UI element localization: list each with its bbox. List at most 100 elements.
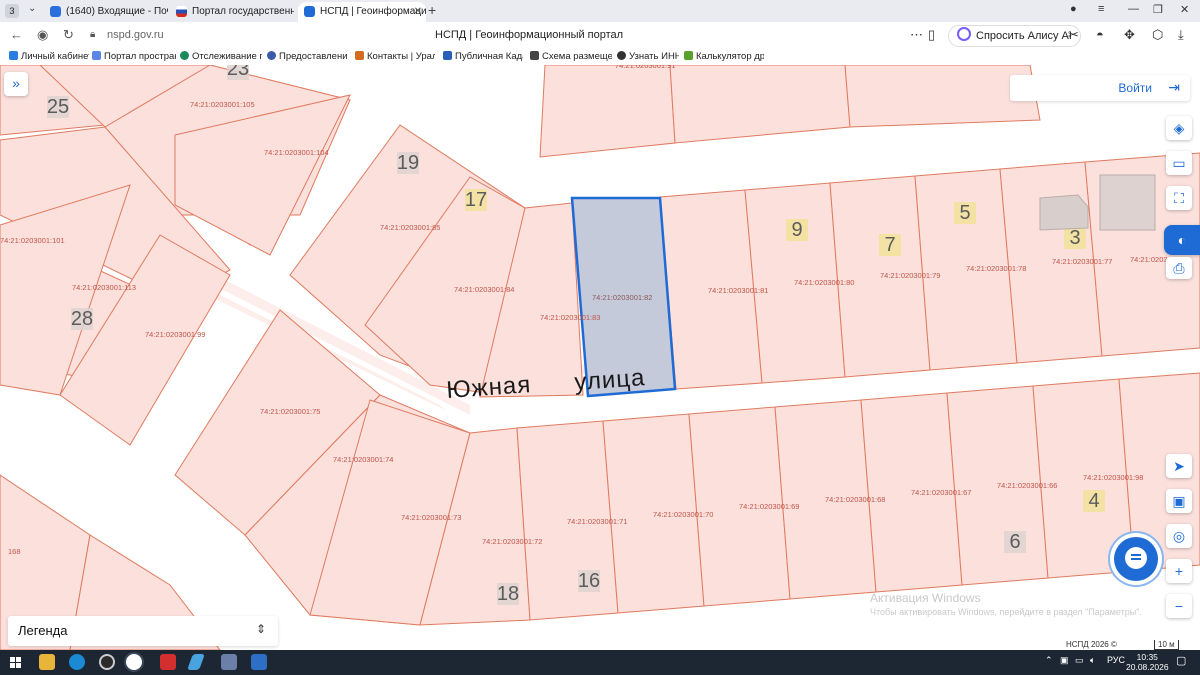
notifications-icon[interactable]: ▢ [1176, 654, 1186, 667]
geolocation-button[interactable]: ➤ [1166, 454, 1192, 478]
file-explorer-icon[interactable] [39, 654, 55, 670]
cadastral-map[interactable]: 74:21:0203001:91 74:21:0203001:105 74:21:0… [0, 65, 1200, 650]
parcel-label: 74:21:0203001:72 [482, 537, 542, 546]
watermark-title: Активация Windows [870, 591, 981, 605]
close-window-icon[interactable]: ✕ [1180, 3, 1189, 16]
tools-icon[interactable]: ✂ [1068, 27, 1079, 43]
bookmark-label: Портал простран [104, 51, 176, 62]
house-number: 23 [227, 65, 249, 80]
parcel-label: 74:21:0203001:69 [739, 502, 799, 511]
plus-icon: + [1174, 563, 1184, 579]
watermark-text: Чтобы активировать Windows, перейдите в … [870, 607, 1142, 617]
reload-icon[interactable]: ↻ [63, 27, 74, 43]
pen-app-icon[interactable] [187, 654, 205, 670]
ruler-button[interactable]: ▭ [1166, 151, 1192, 175]
selected-parcel-label: 74:21:0203001:82 [592, 293, 652, 302]
bookmark-item[interactable]: Калькулятор дро [684, 51, 764, 62]
login-label: Войти [1118, 81, 1152, 95]
bookmark-item[interactable]: Публичная Кадас [443, 51, 523, 62]
basemap-button[interactable]: ▣ [1166, 489, 1192, 513]
minimize-icon[interactable]: — [1128, 3, 1139, 15]
tab-mail[interactable]: (1640) Входящие - Почта [50, 2, 168, 22]
bookmark-item[interactable]: Схема размещен [530, 51, 612, 62]
expand-panel-button[interactable]: » [4, 72, 28, 96]
zoom-out-button[interactable]: − [1166, 594, 1192, 618]
language-indicator[interactable]: РУС [1107, 655, 1125, 665]
network-icon[interactable]: ▭ [1075, 655, 1084, 666]
bookmark-label: Узнать ИНН [629, 51, 679, 62]
bookmark-label: Схема размещен [542, 51, 612, 62]
bookmarks-bar: Личный кабинет Портал простран Отслежива… [0, 49, 1200, 65]
app-red-icon[interactable] [160, 654, 176, 670]
parcel-label: 74:21:0203001:73 [401, 513, 461, 522]
land-parcel[interactable] [539, 65, 676, 158]
bookmark-icon[interactable]: ▯ [928, 27, 935, 43]
tray-app-icon[interactable]: ▣ [1060, 655, 1069, 666]
download-icon[interactable]: ⤓ [1178, 27, 1184, 43]
house-number: 16 [578, 570, 600, 592]
close-tab-icon[interactable]: ✕ [414, 2, 422, 22]
yandex-shield-icon[interactable]: ◉ [37, 27, 48, 43]
minus-icon: − [1174, 598, 1184, 614]
new-tab-icon[interactable]: + [428, 2, 436, 18]
address-bar: ← ◉ ↻ 🔒︎ nspd.gov.ru НСПД | Геоинформаци… [0, 22, 1200, 50]
map-viewport[interactable]: 74:21:0203001:91 74:21:0203001:105 74:21:0… [0, 65, 1200, 650]
restore-icon[interactable]: ❐ [1153, 3, 1163, 16]
bookmark-item[interactable]: Узнать ИНН [617, 51, 679, 62]
profile-icon[interactable]: ● [1070, 3, 1077, 15]
bookmark-item[interactable]: Предоставление [267, 51, 347, 62]
house-number: 4 [1088, 490, 1099, 512]
tray-chevron-icon[interactable]: ⌃ [1045, 655, 1053, 666]
navigation-arrow-icon: ➤ [1173, 458, 1185, 474]
tab-nspd[interactable]: НСПД | Геоинформаци ✕ [298, 2, 426, 22]
bookmark-label: Предоставление [279, 51, 347, 62]
bookmark-item[interactable]: Портал простран [92, 51, 176, 62]
legend-panel[interactable]: Легенда ⇕ [8, 616, 278, 646]
search-location-button[interactable]: ◎ [1166, 524, 1192, 548]
nspd-icon [304, 5, 315, 17]
zoom-in-button[interactable]: + [1166, 559, 1192, 583]
back-icon[interactable]: ← [10, 27, 23, 42]
bookmark-item[interactable]: Личный кабинет [9, 51, 89, 62]
building [1099, 174, 1156, 231]
alice-button[interactable]: Спросить Алису AI [948, 25, 1081, 47]
browser-tab-bar: 3 ⌄ (1640) Входящие - Почта Портал госуд… [0, 0, 1200, 22]
photo-app-icon[interactable] [221, 654, 237, 670]
parcel-label: 74:21:0203001:75 [260, 407, 320, 416]
collections-icon[interactable]: ⬡ [1152, 27, 1163, 43]
windows-taskbar: ⌃ ▣ ▭ 🔈︎ РУС 10:35 20.08.2026 ▢ [0, 650, 1200, 675]
bookmark-item[interactable]: Контакты | Ураль [355, 51, 435, 62]
bookmark-item[interactable]: Отслеживание пс [180, 51, 262, 62]
hat-icon[interactable]: ◓ [1096, 27, 1104, 42]
tab-list-chevron-icon[interactable]: ⌄ [28, 3, 36, 14]
bookmark-icon [9, 51, 18, 60]
windows-start-icon[interactable] [10, 657, 21, 668]
more-icon[interactable]: ⋯ [910, 27, 923, 43]
url-field[interactable]: nspd.gov.ru [107, 29, 164, 41]
yandex-browser-icon[interactable] [126, 654, 142, 670]
print-icon: ⎙ [1173, 260, 1185, 276]
print-button[interactable]: ⎙ [1166, 257, 1192, 279]
volume-icon[interactable]: 🔈︎ [1090, 655, 1095, 666]
house-number: 19 [397, 152, 419, 174]
ruler-icon: ▭ [1172, 155, 1186, 171]
lock-icon[interactable]: 🔒︎ [90, 29, 95, 40]
edge-icon[interactable] [69, 654, 85, 670]
copyright-text: НСПД 2026 © [1066, 640, 1117, 649]
extensions-icon[interactable]: ✥ [1124, 27, 1135, 43]
chat-button[interactable] [1114, 537, 1158, 581]
select-area-button[interactable]: ⛶ [1166, 186, 1192, 210]
login-button[interactable]: Войти ⇥ [1010, 75, 1190, 101]
menu-icon[interactable]: ≡ [1098, 3, 1104, 15]
app-icon[interactable] [99, 654, 115, 670]
alice-label: Спросить Алису AI [976, 30, 1072, 42]
house-number: 17 [465, 189, 487, 211]
layers-button[interactable]: ◈ [1166, 116, 1192, 140]
assistant-button[interactable]: ◐ [1164, 225, 1200, 255]
street-name: улица [574, 364, 647, 396]
tab-gosuslugi[interactable]: Портал государственных [176, 2, 294, 22]
word-app-icon[interactable] [251, 654, 267, 670]
tab-counter[interactable]: 3 [5, 4, 19, 18]
clock[interactable]: 10:35 20.08.2026 [1126, 652, 1169, 672]
bookmark-icon [443, 51, 452, 60]
